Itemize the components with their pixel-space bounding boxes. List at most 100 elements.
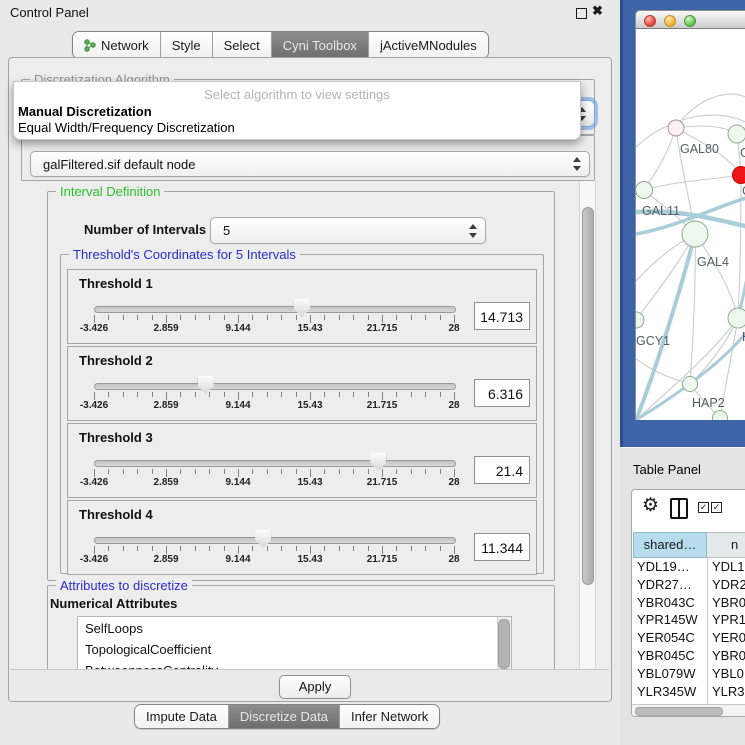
list-item[interactable]: TopologicalCoefficient	[85, 642, 211, 657]
slider-thumb[interactable]	[255, 529, 271, 548]
slider-tick-label: 15.43	[285, 477, 335, 488]
thresholds-group-label: Threshold's Coordinates for 5 Intervals	[69, 247, 300, 262]
interval-definition-label: Interval Definition	[56, 184, 164, 199]
table-panel-title: Table Panel	[633, 462, 701, 477]
network-node[interactable]	[636, 182, 653, 199]
network-node[interactable]	[668, 120, 684, 136]
tab-network[interactable]: Network	[73, 32, 160, 58]
threshold-value-field[interactable]: 14.713	[474, 302, 530, 330]
network-node[interactable]	[733, 167, 745, 184]
threshold-value-field[interactable]: 21.4	[474, 456, 530, 484]
table-row[interactable]: YPR145WYPR1	[632, 612, 745, 630]
slider-tick	[425, 392, 426, 397]
tab-jactivemnodules[interactable]: jActiveMNodules	[368, 32, 488, 58]
cell-name: YER0	[712, 630, 745, 645]
slider-thumb[interactable]	[198, 375, 214, 394]
slider-track[interactable]	[94, 306, 456, 313]
table-row[interactable]: YDR27…YDR2	[632, 577, 745, 595]
slider-track[interactable]	[94, 383, 456, 390]
select-columns-icon[interactable]: ✓ ✓	[698, 502, 722, 513]
slider-tick	[310, 546, 311, 554]
slider-tick	[195, 546, 196, 551]
numerical-attributes-list[interactable]: SelfLoopsTopologicalCoefficientBetweenne…	[77, 616, 512, 669]
algorithm-dropdown-popup: Select algorithm to view settings Manual…	[13, 81, 581, 140]
cell-name: YDL1	[712, 559, 745, 574]
table-data-combobox[interactable]: galFiltered.sif default node	[30, 151, 590, 177]
slider-tick	[281, 546, 282, 551]
slider-thumb[interactable]	[370, 452, 386, 471]
columns-icon[interactable]	[670, 498, 688, 519]
slider-tick	[339, 469, 340, 474]
slider-tick-label: 15.43	[285, 400, 335, 411]
apply-button[interactable]: Apply	[279, 675, 351, 699]
tab-infer-network[interactable]: Infer Network	[339, 705, 439, 728]
slider-tick	[440, 469, 441, 474]
network-canvas[interactable]: GAL80GCGAL11GAL4GCY1HHAP2	[635, 29, 745, 420]
float-window-icon[interactable]	[576, 8, 587, 19]
network-node[interactable]	[682, 221, 708, 247]
slider-tick	[353, 469, 354, 474]
slider-tick	[425, 469, 426, 474]
slider-tick	[180, 392, 181, 397]
slider-tick-label: 9.144	[213, 554, 263, 565]
network-node-label: GAL4	[697, 255, 729, 269]
slider-tick	[238, 315, 239, 323]
slider-tick	[296, 469, 297, 474]
table-row[interactable]: YDL19…YDL1	[632, 559, 745, 577]
table-row[interactable]: YBR043CYBR0	[632, 595, 745, 613]
table-row[interactable]: YER054CYER0	[632, 630, 745, 648]
list-scrollbar-thumb[interactable]	[498, 619, 510, 669]
gear-icon[interactable]: ⚙	[642, 494, 659, 517]
cyni-toolbox-panel: Discretization Algorithm Table Data galF…	[8, 57, 612, 702]
list-item[interactable]: SelfLoops	[85, 621, 143, 636]
combo-stepper-icon	[469, 224, 478, 238]
table-panel-box: ⚙ ✓ ✓ shared… n YDL19…YDL1YDR27…YDR2YBR0…	[631, 489, 745, 717]
tab-cyni-toolbox[interactable]: Cyni Toolbox	[271, 32, 368, 58]
panel-scrollbar-thumb[interactable]	[582, 207, 594, 585]
slider-tick	[252, 546, 253, 551]
slider-tick	[396, 392, 397, 397]
column-header-name[interactable]: n	[707, 532, 745, 558]
close-icon[interactable]: ✖	[592, 3, 603, 19]
table-row[interactable]: YLR345WYLR3	[632, 684, 745, 702]
slider-tick	[296, 315, 297, 320]
network-node[interactable]	[636, 312, 644, 328]
slider-tick	[440, 546, 441, 551]
slider-track[interactable]	[94, 460, 456, 467]
tab-select[interactable]: Select	[212, 32, 271, 58]
panel-scrollbar[interactable]	[579, 181, 596, 669]
menu-item-manual-discretization[interactable]: Manual Discretization	[18, 104, 152, 119]
cell-name: YLR3	[712, 684, 745, 699]
network-node-label: HAP2	[692, 396, 725, 410]
zoom-traffic-light-icon[interactable]	[684, 15, 696, 27]
threshold-value-field[interactable]: 11.344	[474, 533, 530, 561]
column-header-shared-name[interactable]: shared…	[633, 532, 707, 558]
tab-infer-network-label: Infer Network	[351, 709, 428, 724]
slider-tick	[94, 546, 95, 554]
slider-tick	[411, 315, 412, 320]
menu-item-equal-width-frequency[interactable]: Equal Width/Frequency Discretization	[18, 120, 235, 135]
slider-tick	[108, 546, 109, 551]
network-node[interactable]	[728, 125, 745, 143]
table-hscrollbar[interactable]	[632, 704, 745, 717]
network-node[interactable]	[683, 377, 698, 392]
threshold-row: Threshold 3-3.4262.8599.14415.4321.71528…	[67, 423, 537, 498]
cell-shared-name: YBR045C	[637, 648, 695, 663]
tab-style[interactable]: Style	[160, 32, 212, 58]
slider-track[interactable]	[94, 537, 456, 544]
table-row[interactable]: YBR045CYBR0	[632, 648, 745, 666]
network-node-label: G	[740, 146, 745, 160]
slider-tick	[209, 315, 210, 320]
tab-impute-data[interactable]: Impute Data	[135, 705, 228, 728]
tab-discretize-data[interactable]: Discretize Data	[228, 705, 339, 728]
number-of-intervals-value: 5	[211, 223, 230, 238]
network-window-titlebar[interactable]	[635, 10, 745, 29]
table-row[interactable]: YBL079WYBL0	[632, 666, 745, 684]
list-scrollbar[interactable]	[497, 617, 511, 669]
number-of-intervals-combobox[interactable]: 5	[210, 217, 486, 244]
minimize-traffic-light-icon[interactable]	[664, 15, 676, 27]
table-hscrollbar-thumb[interactable]	[635, 707, 723, 716]
threshold-value-field[interactable]: 6.316	[474, 379, 530, 407]
close-traffic-light-icon[interactable]	[644, 15, 656, 27]
network-node[interactable]	[728, 308, 745, 328]
